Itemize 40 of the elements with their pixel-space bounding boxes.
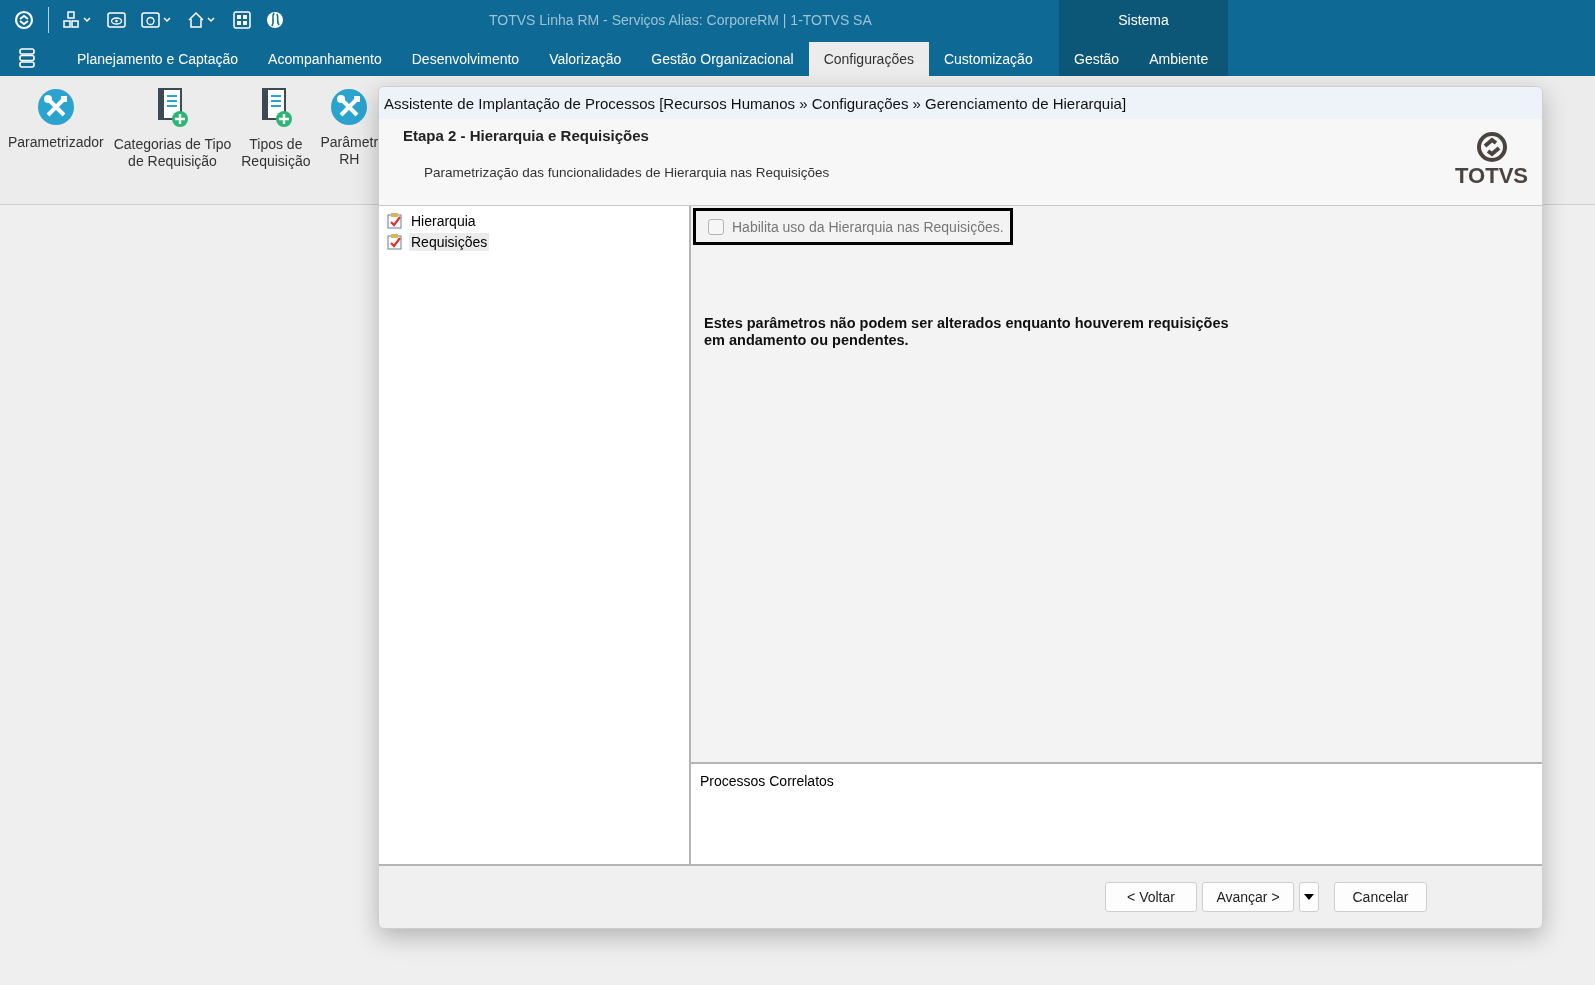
step-title: Etapa 2 - Hierarquia e Requisições xyxy=(403,127,650,144)
totvs-logo-icon xyxy=(1475,131,1508,163)
cancel-button[interactable]: Cancelar xyxy=(1334,882,1427,912)
eye-icon[interactable] xyxy=(107,11,127,29)
dropdown-button[interactable] xyxy=(1299,882,1319,912)
menu-tab[interactable]: Configurações xyxy=(808,42,929,76)
ribbon-button[interactable]: Parâmetr RH xyxy=(320,88,379,168)
clipboard-check-icon xyxy=(387,233,403,250)
clipboard-check-icon xyxy=(387,212,403,229)
menu-tab[interactable]: Valorização xyxy=(534,42,637,76)
window-title: TOTVS Linha RM - Serviços Alias: CorporeRM | 1-TOTVS SA xyxy=(489,12,872,28)
hierarchy-icon[interactable] xyxy=(63,11,93,29)
document-add-icon xyxy=(155,88,190,128)
totvs-logo-icon[interactable] xyxy=(14,10,34,30)
related-processes-title: Processos Correlatos xyxy=(700,773,834,789)
back-button[interactable]: < Voltar xyxy=(1105,882,1197,912)
tree-item[interactable]: Hierarquia xyxy=(409,211,478,230)
ribbon-button[interactable]: Tipos de Requisição xyxy=(241,88,311,170)
tools-icon xyxy=(330,88,369,126)
step-subtitle: Parametrização das funcionalidades de Hierarquia nas Requisições xyxy=(424,165,830,180)
grid-icon[interactable] xyxy=(233,11,251,29)
menu-tab[interactable]: Acompanhamento xyxy=(253,42,397,76)
menu-tab[interactable]: Customização xyxy=(928,42,1048,76)
next-button[interactable]: Avançar > xyxy=(1202,882,1294,912)
logo-text: TOTVS xyxy=(1455,163,1528,189)
ribbon-button[interactable]: Parametrizador xyxy=(8,88,104,151)
caret-icon xyxy=(1304,894,1314,900)
menu-icon[interactable] xyxy=(18,48,36,68)
menu-tab[interactable]: Desenvolvimento xyxy=(396,42,535,76)
tools-icon xyxy=(36,88,75,126)
menu-tab[interactable]: Ambiente xyxy=(1134,42,1224,76)
ribbon-button[interactable]: Categorias de Tipo de Requisição xyxy=(113,88,232,170)
warning-text: Estes parâmetros não podem ser alterados enquanto houverem requisições em andamento ou pendentes. xyxy=(704,315,1230,349)
globe-icon[interactable] xyxy=(265,10,285,30)
tree-item[interactable]: Requisições xyxy=(409,232,490,251)
menu-tab[interactable]: Gestão xyxy=(1059,42,1135,76)
dialog-title: Assistente de Implantação de Processos [Recursos Humanos » Configurações » Gerenciamento de Hierarquia] xyxy=(379,87,1542,119)
system-label: Sistema xyxy=(1118,12,1169,28)
menu-tab[interactable]: Planejamento e Captação xyxy=(62,42,254,76)
menu-tab[interactable]: Gestão Organizacional xyxy=(636,42,809,76)
